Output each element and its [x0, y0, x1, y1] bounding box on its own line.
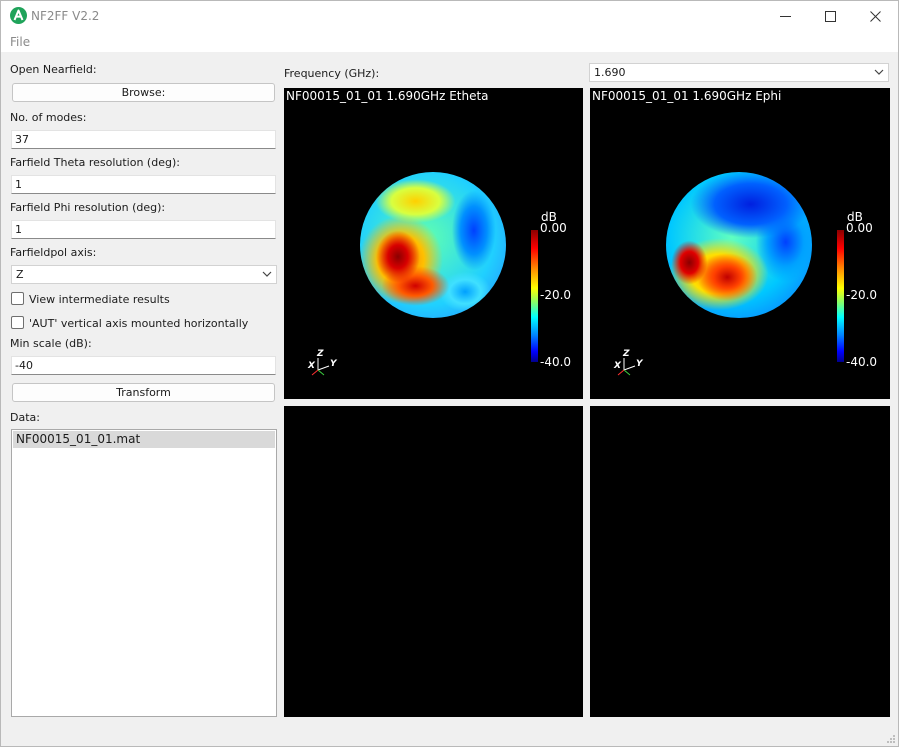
- minimize-button[interactable]: [762, 1, 808, 32]
- colorbar-tick-min: -40.0: [540, 355, 572, 369]
- ephi-colorbar: [837, 230, 844, 362]
- frequency-value: 1.690: [594, 66, 626, 79]
- min-scale-label: Min scale (dB):: [10, 337, 92, 350]
- view-title: NF00015_01_01 1.690GHz Ephi: [592, 89, 782, 103]
- menu-file[interactable]: File: [10, 35, 30, 49]
- browse-button[interactable]: Browse:: [12, 83, 275, 102]
- colorbar-tick-mid: -20.0: [846, 288, 878, 302]
- axis-y-label: Y: [330, 359, 338, 369]
- axis-x-label: X: [307, 361, 316, 371]
- frequency-select[interactable]: 1.690: [589, 63, 889, 82]
- pol-axis-label: Farfieldpol axis:: [10, 246, 97, 259]
- etheta-colorbar: [531, 230, 538, 362]
- menu-bar: File: [1, 32, 898, 52]
- view-intermediate-checkbox[interactable]: [11, 292, 24, 305]
- etheta-view[interactable]: NF00015_01_01 1.690GHz Etheta dB 0.00 -2…: [284, 88, 583, 399]
- theta-resolution-input[interactable]: 1: [11, 175, 276, 194]
- data-list[interactable]: NF00015_01_01.mat: [11, 429, 277, 717]
- etheta-pattern-sphere: [360, 172, 506, 318]
- list-item[interactable]: NF00015_01_01.mat: [13, 431, 275, 448]
- colorbar-tick-max: 0.00: [540, 221, 567, 235]
- modes-input[interactable]: 37: [11, 130, 276, 149]
- window-title: NF2FF V2.2: [31, 9, 100, 23]
- view-intermediate-label: View intermediate results: [29, 293, 170, 306]
- open-nearfield-label: Open Nearfield:: [10, 63, 97, 76]
- pol-axis-select[interactable]: Z: [11, 265, 277, 284]
- data-label: Data:: [10, 411, 40, 424]
- phi-resolution-label: Farfield Phi resolution (deg):: [10, 201, 166, 214]
- axis-x-label: X: [613, 361, 622, 371]
- aut-horizontal-label: 'AUT' vertical axis mounted horizontally: [29, 317, 249, 330]
- pol-axis-value: Z: [16, 268, 24, 281]
- chevron-down-icon: [874, 69, 884, 75]
- maximize-button[interactable]: [807, 1, 853, 32]
- minimize-icon: [779, 16, 791, 17]
- ephi-view[interactable]: NF00015_01_01 1.690GHz Ephi dB 0.00 -20.…: [590, 88, 890, 399]
- view-title: NF00015_01_01 1.690GHz Etheta: [286, 89, 489, 103]
- title-bar[interactable]: NF2FF V2.2: [1, 1, 898, 32]
- app-window: NF2FF V2.2 File Open Nearfield: Browse: …: [0, 0, 899, 747]
- axis-triad: Z Y X: [613, 349, 644, 376]
- axis-triad: Z Y X: [307, 349, 338, 376]
- resize-grip-icon[interactable]: [886, 734, 896, 744]
- axis-y-label: Y: [636, 359, 644, 369]
- chevron-down-icon: [262, 271, 272, 277]
- close-button[interactable]: [852, 1, 898, 32]
- axis-z-label: Z: [316, 349, 324, 359]
- axis-z-label: Z: [622, 349, 630, 359]
- close-icon: [869, 11, 881, 22]
- colorbar-tick-mid: -20.0: [540, 288, 572, 302]
- phi-resolution-input[interactable]: 1: [11, 220, 276, 239]
- colorbar-tick-max: 0.00: [846, 221, 873, 235]
- modes-label: No. of modes:: [10, 111, 87, 124]
- frequency-label: Frequency (GHz):: [284, 67, 380, 80]
- colorbar-tick-min: -40.0: [846, 355, 878, 369]
- transform-button[interactable]: Transform: [12, 383, 275, 402]
- aut-horizontal-checkbox[interactable]: [11, 316, 24, 329]
- min-scale-input[interactable]: -40: [11, 356, 276, 375]
- theta-resolution-label: Farfield Theta resolution (deg):: [10, 156, 180, 169]
- bottom-right-view[interactable]: [590, 406, 890, 717]
- app-logo-icon: [10, 7, 27, 24]
- ephi-pattern-sphere: [666, 172, 812, 318]
- bottom-left-view[interactable]: [284, 406, 583, 717]
- maximize-icon: [824, 11, 836, 22]
